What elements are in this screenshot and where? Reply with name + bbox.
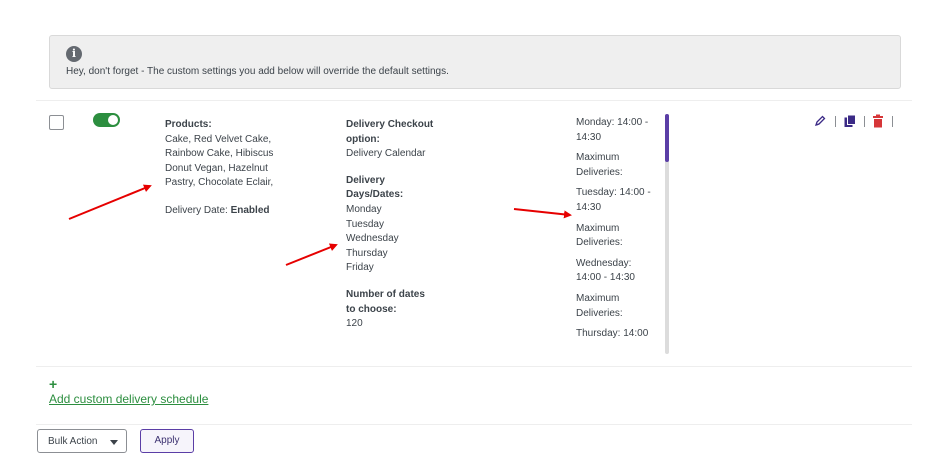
add-schedule-plus-icon[interactable]: + xyxy=(49,377,57,391)
apply-button[interactable]: Apply xyxy=(140,429,194,453)
annotation-arrow xyxy=(285,243,338,266)
bulk-action-select[interactable]: Bulk Action xyxy=(37,429,127,453)
bulk-action-label: Bulk Action xyxy=(48,436,98,447)
annotation-arrow xyxy=(68,184,152,220)
annotation-arrow xyxy=(513,208,572,219)
add-custom-delivery-schedule-link[interactable]: Add custom delivery schedule xyxy=(49,392,208,406)
chevron-down-icon xyxy=(110,440,118,445)
